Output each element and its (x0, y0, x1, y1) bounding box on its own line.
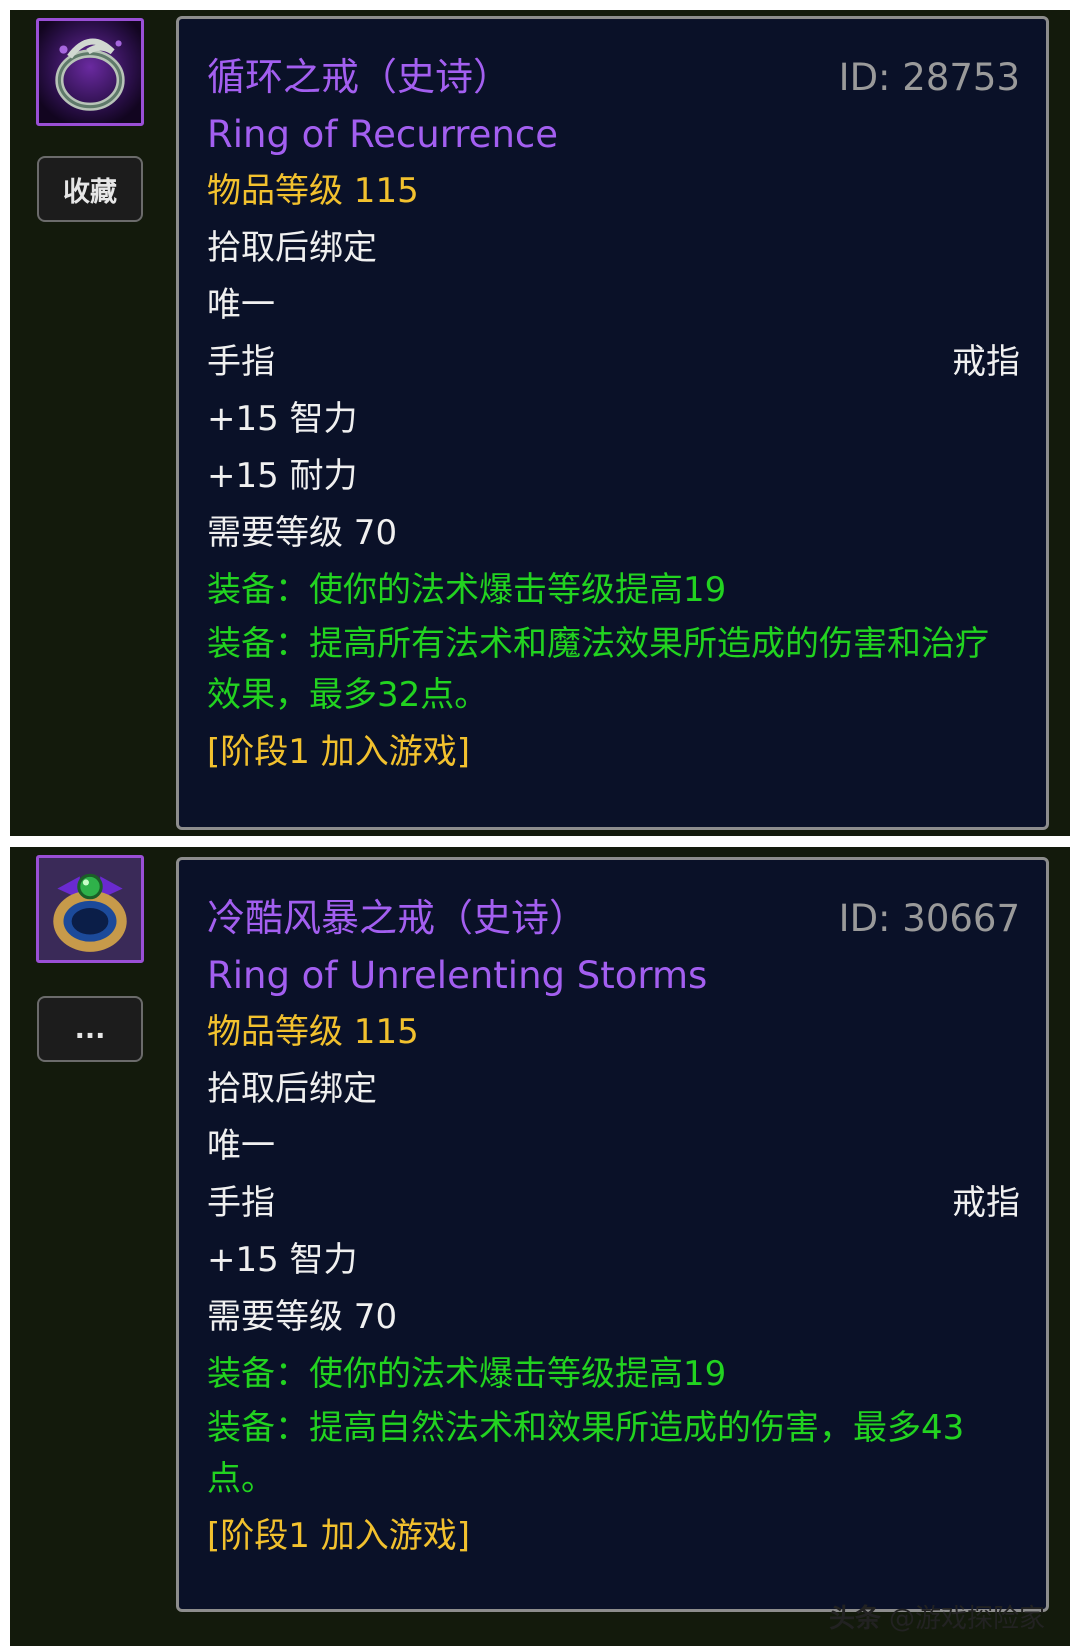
stat-intellect: +15 智力 (207, 399, 358, 439)
required-level: 需要等级 70 (207, 1297, 398, 1337)
bind-type: 拾取后绑定 (207, 1069, 377, 1109)
item-tooltip-1: 循环之戒（史诗） ID: 28753 Ring of Recurrence 物品… (176, 16, 1049, 830)
item-type: 戒指 (952, 1183, 1020, 1223)
watermark-brand: 头条 (829, 1604, 882, 1634)
slot-row: 手指 戒指 (207, 334, 1020, 391)
item-level: 物品等级 115 (207, 1012, 419, 1052)
item-panel-2: ... 冷酷风暴之戒（史诗） ID: 30667 Ring of Unrelen… (10, 847, 1070, 1646)
equip-effect-2: 装备：提高自然法术和效果所造成的伤害，最多43点。 (207, 1408, 965, 1499)
item-name-cn: 冷酷风暴之戒（史诗） (207, 896, 588, 940)
item-slot: 手指 (207, 1183, 275, 1223)
ring-of-recurrence-icon[interactable] (36, 18, 144, 126)
favorite-button[interactable]: 收藏 (37, 156, 143, 222)
item-panel-1: 收藏 循环之戒（史诗） ID: 28753 Ring of Recurrence… (10, 10, 1070, 836)
stat-intellect: +15 智力 (207, 1240, 358, 1280)
phase-note: [阶段1 加入游戏] (207, 1516, 470, 1556)
item-type: 戒指 (952, 342, 1020, 382)
item-name-en: Ring of Recurrence (207, 113, 558, 156)
item-level: 物品等级 115 (207, 171, 419, 211)
bind-type: 拾取后绑定 (207, 228, 377, 268)
phase-note: [阶段1 加入游戏] (207, 732, 470, 772)
item-name-en: Ring of Unrelenting Storms (207, 954, 708, 997)
item-title-row: 循环之戒（史诗） ID: 28753 (207, 49, 1020, 106)
item-name-cn: 循环之戒（史诗） (207, 55, 512, 99)
item-id: ID: 30667 (838, 897, 1020, 940)
more-button[interactable]: ... (37, 996, 143, 1062)
equip-effect-1: 装备：使你的法术爆击等级提高19 (207, 1354, 727, 1394)
equip-effect-1: 装备：使你的法术爆击等级提高19 (207, 570, 727, 610)
item-tooltip-2: 冷酷风暴之戒（史诗） ID: 30667 Ring of Unrelenting… (176, 857, 1049, 1612)
watermark-handle: @游戏探险家 (889, 1604, 1046, 1634)
slot-row: 手指 戒指 (207, 1175, 1020, 1232)
item-id: ID: 28753 (838, 56, 1020, 99)
item-title-row: 冷酷风暴之戒（史诗） ID: 30667 (207, 890, 1020, 947)
unique-flag: 唯一 (207, 285, 275, 325)
stat-stamina: +15 耐力 (207, 456, 358, 496)
item-slot: 手指 (207, 342, 275, 382)
required-level: 需要等级 70 (207, 513, 398, 553)
equip-effect-2: 装备：提高所有法术和魔法效果所造成的伤害和治疗效果，最多32点。 (207, 624, 989, 715)
unique-flag: 唯一 (207, 1126, 275, 1166)
ring-of-unrelenting-storms-icon[interactable] (36, 855, 144, 963)
watermark: 头条 @游戏探险家 (829, 1598, 1045, 1635)
